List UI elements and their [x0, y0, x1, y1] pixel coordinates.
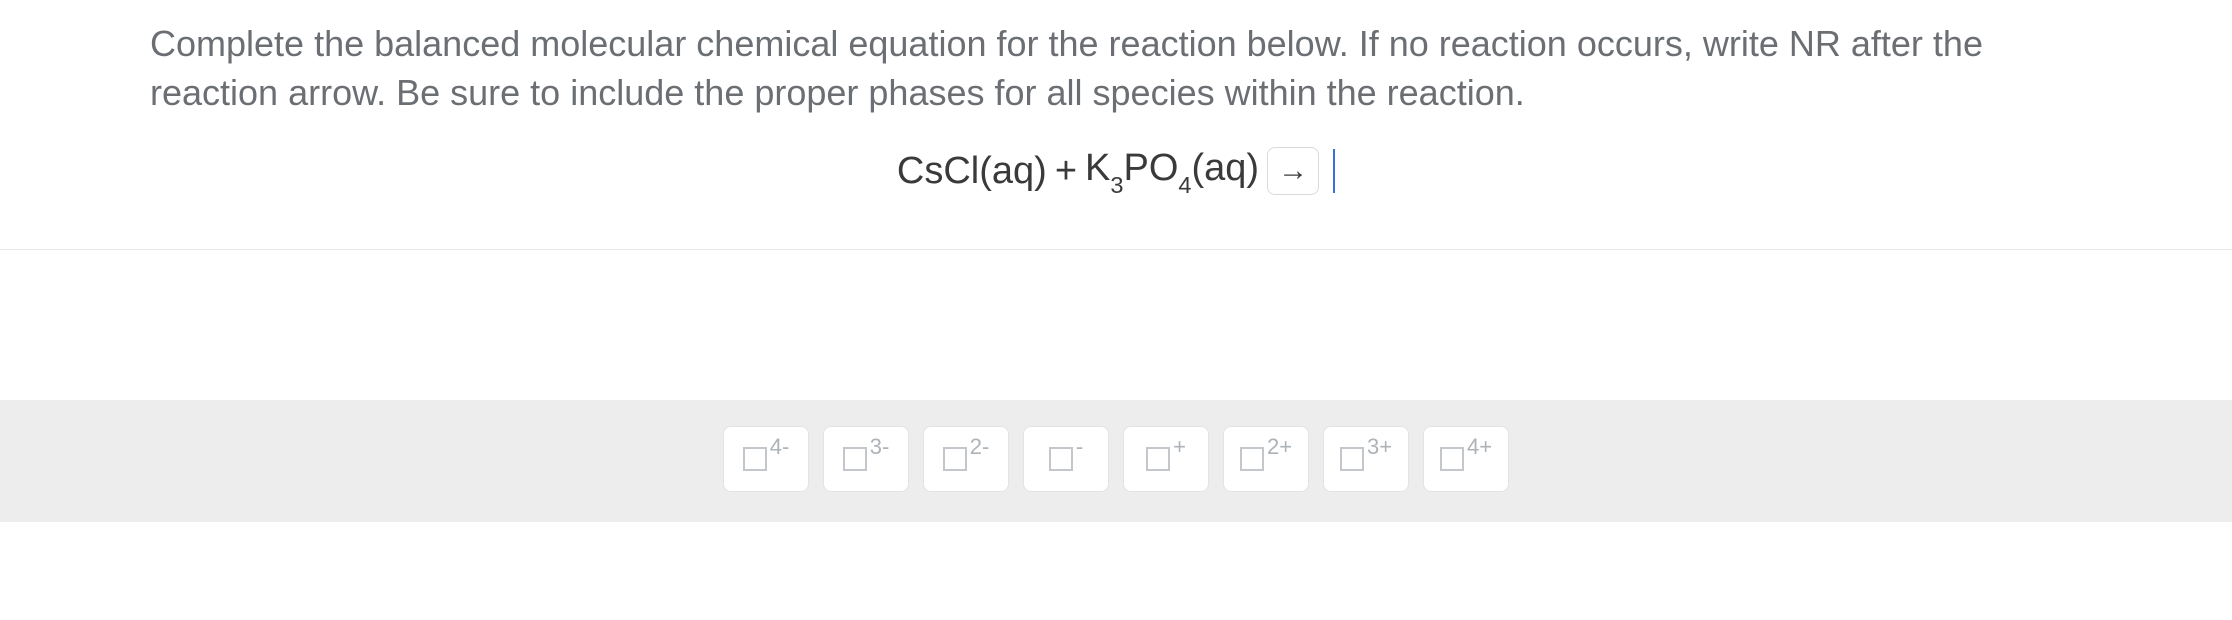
- placeholder-box-icon: [1049, 447, 1073, 471]
- charge-button-3-plus[interactable]: 3+: [1323, 426, 1409, 492]
- charge-label: +: [1173, 436, 1186, 458]
- charge-button-4-plus[interactable]: 4+: [1423, 426, 1509, 492]
- reactant-2: K3PO4(aq): [1085, 147, 1259, 195]
- charge-label: 3-: [870, 436, 890, 458]
- charge-button-4-minus[interactable]: 4-: [723, 426, 809, 492]
- charge-button-2-plus[interactable]: 2+: [1223, 426, 1309, 492]
- equation-row: CsCl(aq) + K3PO4(aq) →: [150, 147, 2082, 219]
- charge-label: 3+: [1367, 436, 1392, 458]
- question-area: Complete the balanced molecular chemical…: [0, 0, 2232, 249]
- reactant-1-text: CsCl(aq): [897, 150, 1047, 192]
- charge-label: 4+: [1467, 436, 1492, 458]
- charge-label: 2+: [1267, 436, 1292, 458]
- plus-sign: +: [1055, 150, 1077, 193]
- placeholder-box-icon: [1146, 447, 1170, 471]
- reactant-2-sub2: 4: [1178, 172, 1191, 198]
- charge-label: 2-: [970, 436, 990, 458]
- charge-toolbar: 4- 3- 2- - + 2+ 3+ 4+: [0, 400, 2232, 522]
- question-text: Complete the balanced molecular chemical…: [150, 20, 2082, 117]
- reaction-arrow-box[interactable]: →: [1267, 147, 1319, 195]
- reactant-2-mid: PO: [1123, 147, 1178, 189]
- charge-button-plus[interactable]: +: [1123, 426, 1209, 492]
- spacer: [0, 250, 2232, 400]
- charge-button-minus[interactable]: -: [1023, 426, 1109, 492]
- charge-button-2-minus[interactable]: 2-: [923, 426, 1009, 492]
- reactant-2-prefix: K: [1085, 147, 1110, 189]
- text-cursor: [1333, 149, 1335, 193]
- placeholder-box-icon: [843, 447, 867, 471]
- charge-label: -: [1076, 436, 1083, 458]
- placeholder-box-icon: [1240, 447, 1264, 471]
- placeholder-box-icon: [1340, 447, 1364, 471]
- reactant-1: CsCl(aq): [897, 150, 1047, 193]
- placeholder-box-icon: [943, 447, 967, 471]
- charge-label: 4-: [770, 436, 790, 458]
- arrow-icon: →: [1278, 154, 1308, 188]
- charge-button-3-minus[interactable]: 3-: [823, 426, 909, 492]
- reactant-2-sub1: 3: [1110, 172, 1123, 198]
- placeholder-box-icon: [1440, 447, 1464, 471]
- reactant-2-suffix: (aq): [1192, 147, 1260, 189]
- placeholder-box-icon: [743, 447, 767, 471]
